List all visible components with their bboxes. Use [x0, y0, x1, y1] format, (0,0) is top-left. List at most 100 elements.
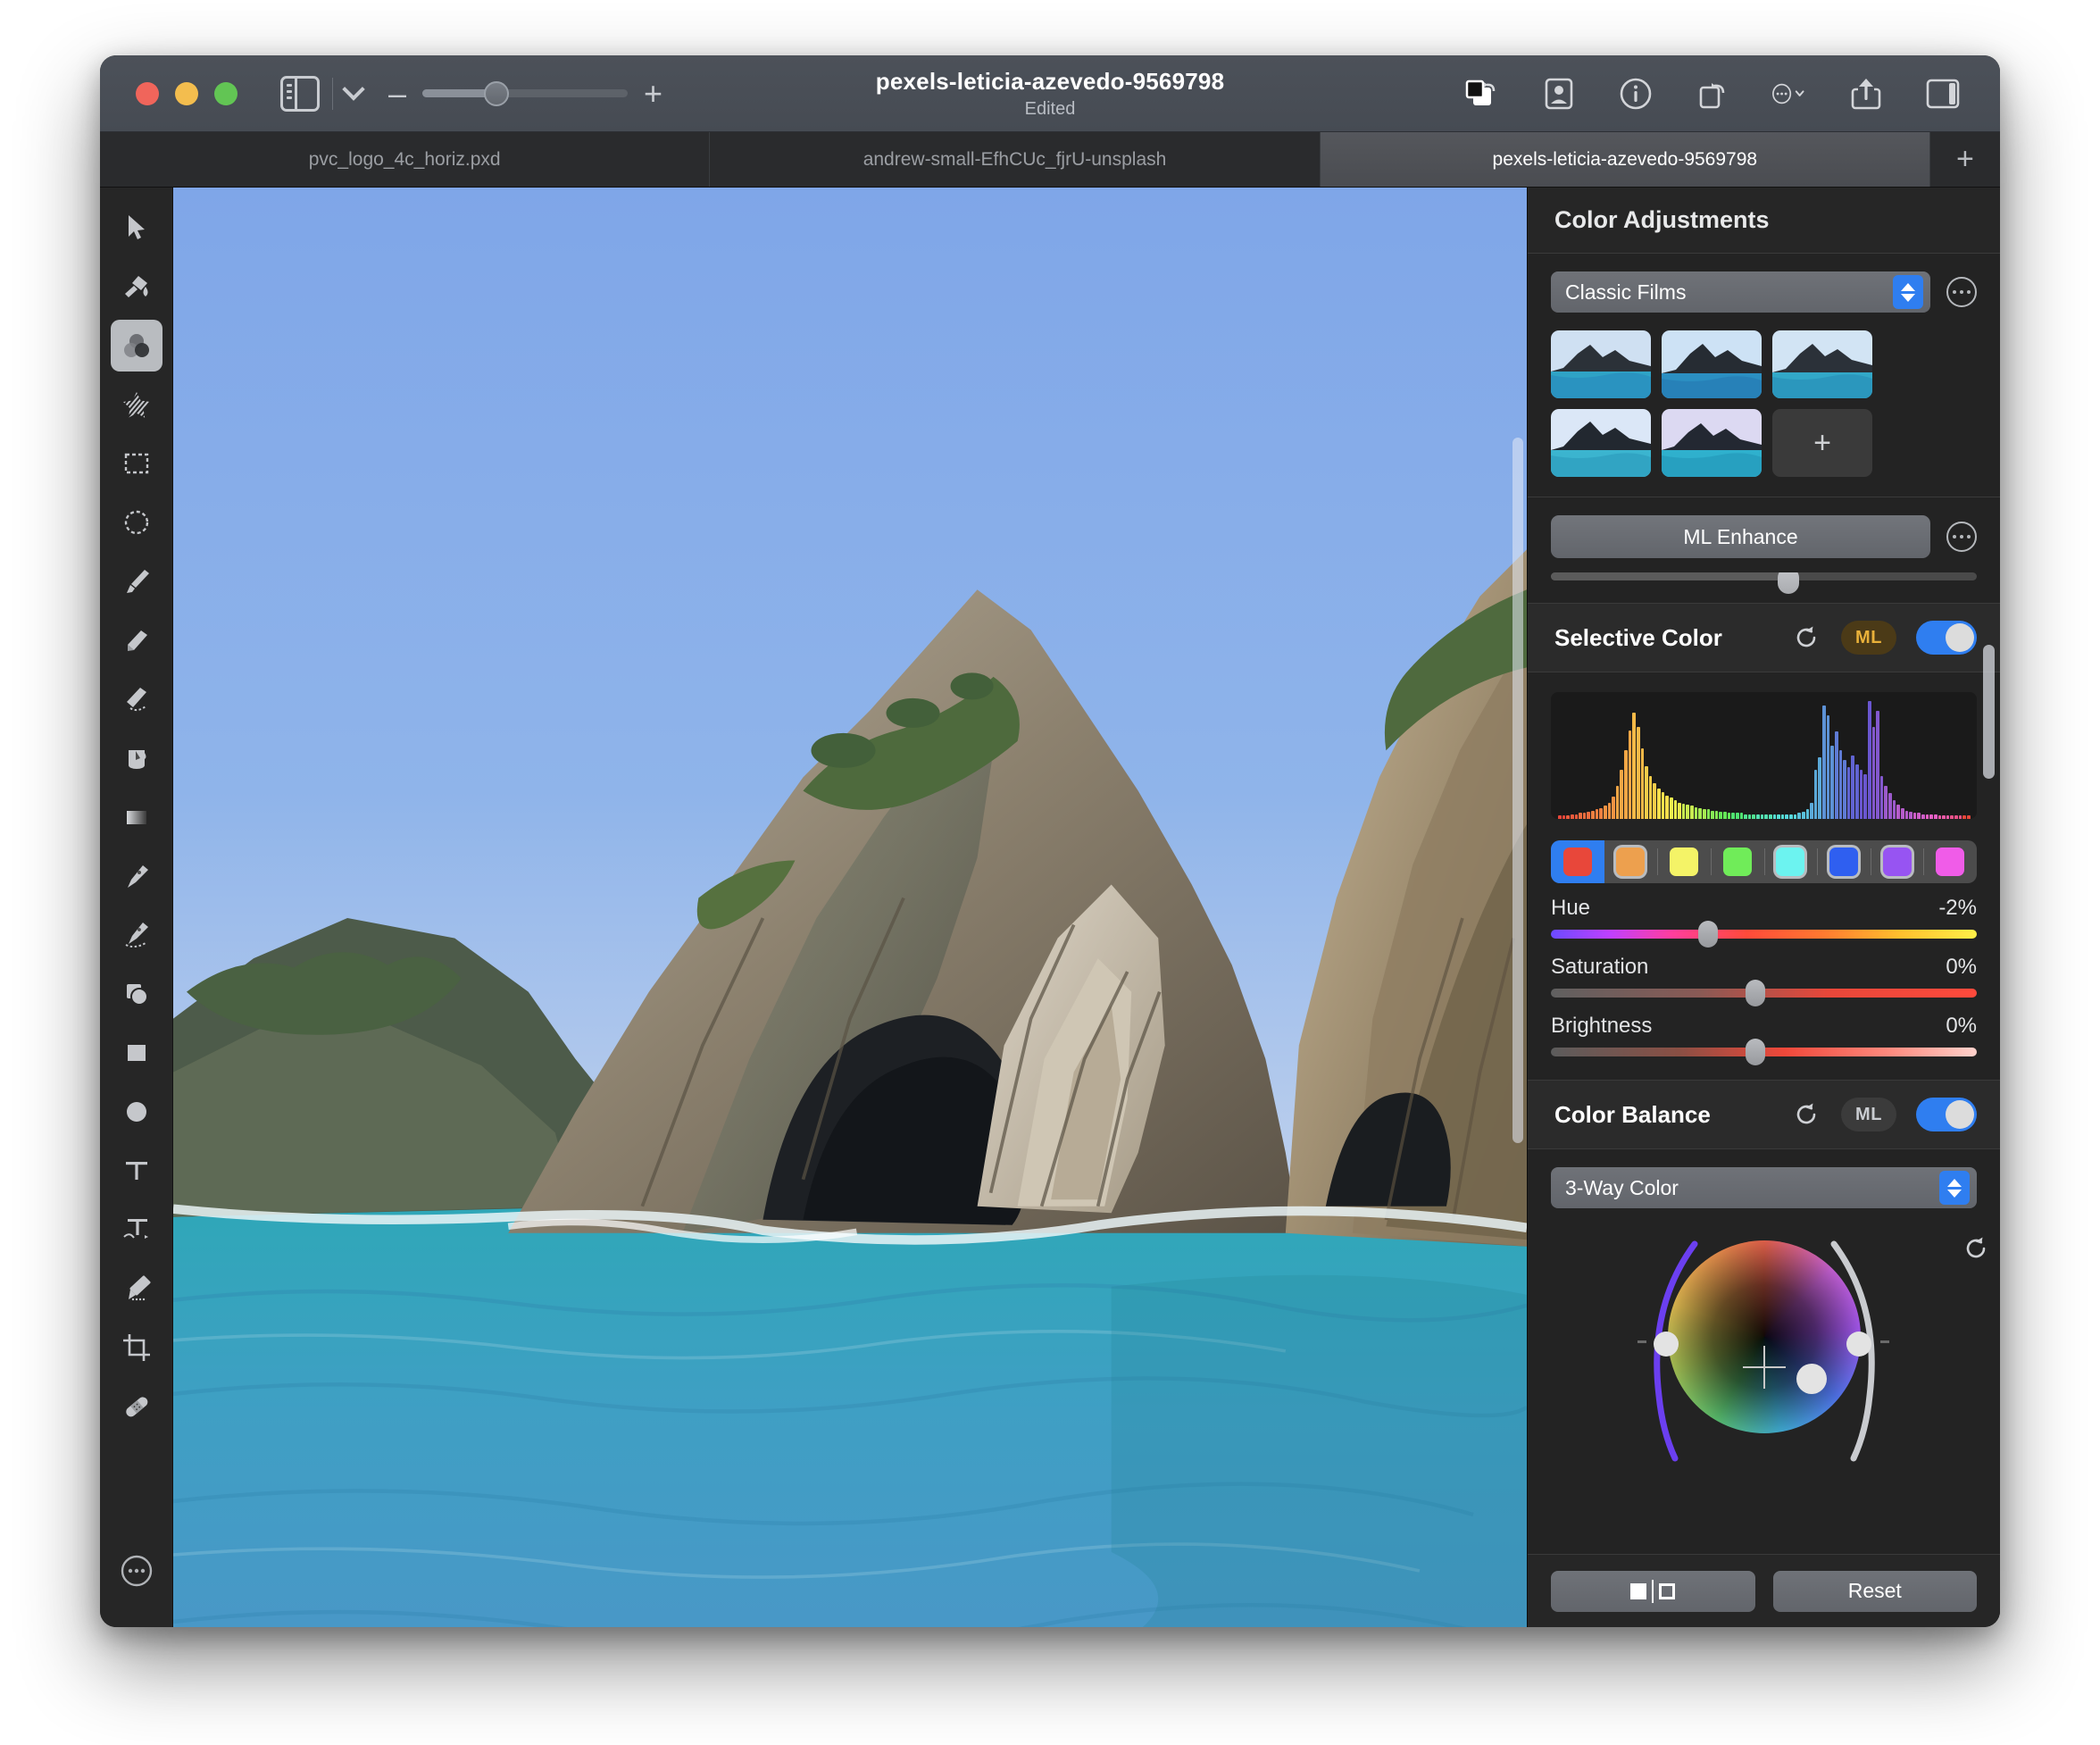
close-button[interactable]: [136, 81, 159, 105]
histogram-bar: [1921, 814, 1925, 819]
preset-select[interactable]: Classic Films: [1551, 271, 1930, 313]
left-arc-knob[interactable]: [1653, 1332, 1679, 1357]
ellipse-tool[interactable]: [111, 1086, 162, 1138]
panel-scroll-view[interactable]: Classic Films + ML Enhance Selective Col…: [1528, 254, 2000, 1554]
color-swatch-row[interactable]: [1551, 840, 1977, 883]
color-swatch-purple[interactable]: [1870, 840, 1924, 883]
preset-thumbnail[interactable]: [1662, 330, 1762, 398]
color-swatch-red[interactable]: [1551, 840, 1604, 883]
new-tab-button[interactable]: +: [1929, 132, 2000, 187]
compare-before-after-icon[interactable]: [1462, 74, 1502, 113]
color-swatch-orange[interactable]: [1604, 840, 1658, 883]
color-swatch-yellow[interactable]: [1657, 840, 1711, 883]
sidebar-toggle-icon[interactable]: [280, 75, 320, 112]
reset-icon[interactable]: [1791, 622, 1821, 653]
stepper-icon[interactable]: [1939, 1171, 1970, 1205]
saturation-slider-knob[interactable]: [1745, 980, 1765, 1006]
chevron-down-icon[interactable]: [342, 78, 365, 101]
share-icon[interactable]: [1846, 74, 1886, 113]
preset-thumbnail[interactable]: [1662, 409, 1762, 477]
zoom-slider-knob[interactable]: [483, 80, 509, 106]
color-wheel-reset-icon[interactable]: [1961, 1233, 1991, 1264]
portrait-mask-icon[interactable]: [1539, 74, 1579, 113]
ml-badge[interactable]: ML: [1841, 621, 1896, 655]
brush-tool[interactable]: [111, 555, 162, 607]
panel-vertical-scrollbar[interactable]: [1983, 645, 1995, 779]
ml-enhance-options-icon[interactable]: [1946, 522, 1977, 552]
rectangle-tool[interactable]: [111, 1027, 162, 1079]
info-icon[interactable]: [1616, 74, 1655, 113]
color-swatch-cyan[interactable]: [1763, 840, 1818, 883]
color-balance-mode-select[interactable]: 3-Way Color: [1551, 1167, 1977, 1208]
color-swatch-green[interactable]: [1710, 840, 1764, 883]
histogram-bar: [1731, 813, 1735, 819]
preset-options-icon[interactable]: [1946, 277, 1977, 307]
histogram-bar: [1954, 815, 1958, 819]
reset-icon[interactable]: [1791, 1099, 1821, 1130]
histogram-bar: [1855, 764, 1859, 819]
ml-enhance-strength-knob[interactable]: [1778, 572, 1800, 594]
gradient-tool[interactable]: [111, 791, 162, 843]
reset-button[interactable]: Reset: [1772, 1570, 1977, 1612]
ml-badge[interactable]: ML: [1841, 1098, 1896, 1131]
paint-bucket-tool[interactable]: [111, 732, 162, 784]
left-arc-slider[interactable]: [1630, 1233, 1720, 1501]
saturation-slider[interactable]: [1551, 980, 1977, 1006]
zoom-button[interactable]: [214, 81, 238, 105]
more-tools-icon[interactable]: [111, 1545, 162, 1597]
add-preset-button[interactable]: +: [1772, 409, 1872, 477]
tab-andrew-small[interactable]: andrew-small-EfhCUc_fjrU-unsplash: [710, 132, 1321, 187]
arrow-select-tool[interactable]: [111, 202, 162, 254]
ml-enhance-button[interactable]: ML Enhance: [1551, 515, 1930, 558]
section-toggle[interactable]: [1916, 1098, 1977, 1131]
zoom-slider[interactable]: [422, 80, 629, 106]
canvas-vertical-scrollbar[interactable]: [1512, 438, 1523, 1143]
pen-path-tool[interactable]: [111, 909, 162, 961]
preset-thumbnail[interactable]: [1551, 330, 1651, 398]
tab-pexels-leticia[interactable]: pexels-leticia-azevedo-9569798: [1320, 132, 1930, 187]
compare-toggle-button[interactable]: [1551, 1570, 1755, 1612]
histogram-bar: [1863, 773, 1867, 819]
minimize-button[interactable]: [175, 81, 198, 105]
photo-canvas[interactable]: [173, 188, 1527, 1627]
text-tool[interactable]: [111, 1145, 162, 1197]
tab-pvc-logo[interactable]: pvc_logo_4c_horiz.pxd: [100, 132, 711, 187]
effects-tool[interactable]: [111, 379, 162, 430]
marker-tool[interactable]: [111, 1263, 162, 1315]
paint-roller-tool[interactable]: [111, 261, 162, 313]
rectangular-marquee-tool[interactable]: [111, 438, 162, 489]
text-on-path-tool[interactable]: [111, 1204, 162, 1256]
brightness-slider[interactable]: [1551, 1039, 1977, 1065]
eraser-selection-tool[interactable]: [111, 673, 162, 725]
compare-filled-icon: [1630, 1582, 1647, 1599]
canvas-area[interactable]: [173, 188, 1527, 1627]
pen-tool[interactable]: [111, 850, 162, 902]
histogram-bar: [1933, 814, 1938, 819]
color-swatch-magenta[interactable]: [1923, 840, 1977, 883]
histogram-bar: [1764, 814, 1768, 819]
zoom-out-button[interactable]: –: [388, 77, 406, 110]
color-wheel-group[interactable]: [1630, 1233, 1898, 1501]
zoom-in-button[interactable]: +: [644, 77, 662, 110]
brightness-slider-knob[interactable]: [1745, 1039, 1765, 1065]
shape-boolean-tool[interactable]: [111, 968, 162, 1020]
ml-enhance-strength-slider[interactable]: [1528, 572, 2000, 603]
rotate-icon[interactable]: [1693, 74, 1732, 113]
color-swatch-blue[interactable]: [1817, 840, 1871, 883]
healing-tool[interactable]: [111, 1381, 162, 1432]
crop-tool[interactable]: [111, 1322, 162, 1373]
section-toggle[interactable]: [1916, 621, 1977, 655]
elliptical-marquee-tool[interactable]: [111, 497, 162, 548]
right-arc-slider[interactable]: [1809, 1233, 1898, 1501]
eraser-tool[interactable]: [111, 614, 162, 666]
hue-slider[interactable]: [1551, 921, 1977, 948]
more-options-icon[interactable]: [1770, 74, 1809, 113]
zoom-slider-group[interactable]: – +: [388, 77, 662, 110]
preset-thumbnail[interactable]: [1772, 330, 1872, 398]
right-panel-toggle-icon[interactable]: [1923, 74, 1962, 113]
preset-thumbnail[interactable]: [1551, 409, 1651, 477]
color-adjustments-tool[interactable]: [110, 320, 162, 372]
hue-slider-knob[interactable]: [1698, 921, 1719, 948]
right-arc-knob[interactable]: [1846, 1332, 1871, 1357]
stepper-icon[interactable]: [1893, 275, 1923, 309]
